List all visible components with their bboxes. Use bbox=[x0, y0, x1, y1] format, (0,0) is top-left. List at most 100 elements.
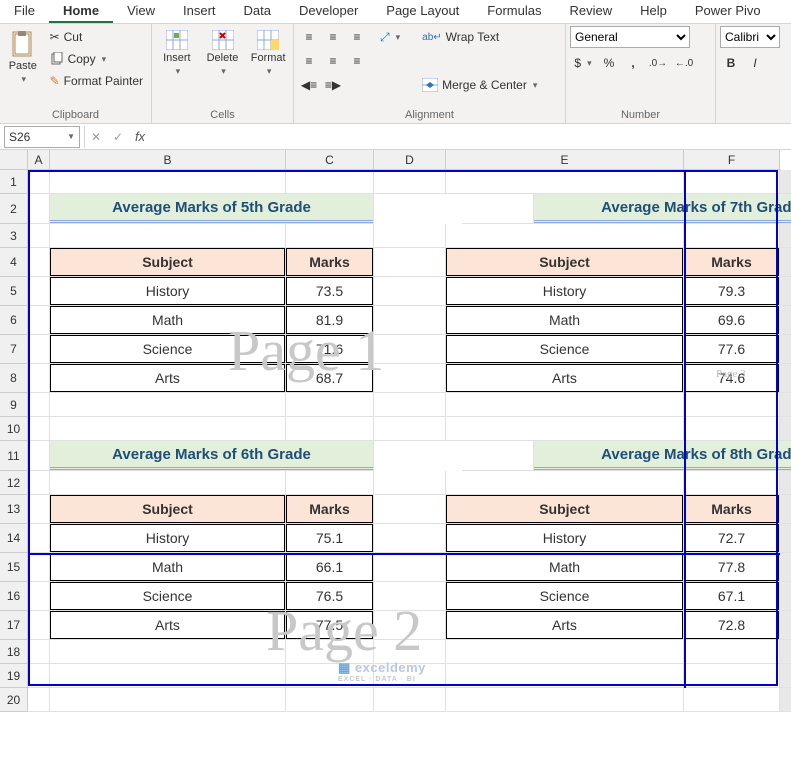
row-header-17[interactable]: 17 bbox=[0, 611, 28, 640]
cell[interactable]: 77.6 bbox=[684, 335, 780, 364]
cell[interactable] bbox=[28, 170, 50, 194]
cell[interactable] bbox=[286, 224, 374, 248]
cell[interactable] bbox=[446, 640, 684, 664]
cell[interactable] bbox=[374, 688, 446, 712]
cell[interactable]: 72.7 bbox=[684, 524, 780, 553]
cell[interactable]: 67.1 bbox=[684, 582, 780, 611]
cell[interactable] bbox=[374, 306, 446, 335]
format-painter-button[interactable]: ✎Format Painter bbox=[46, 70, 147, 92]
cell[interactable]: 77.8 bbox=[684, 553, 780, 582]
cell[interactable]: 69.6 bbox=[684, 306, 780, 335]
cell[interactable]: Science bbox=[50, 582, 286, 611]
cell[interactable] bbox=[28, 364, 50, 393]
cell[interactable]: 76.5 bbox=[286, 582, 374, 611]
insert-cells-button[interactable]: Insert▾ bbox=[156, 26, 198, 81]
cell[interactable] bbox=[374, 495, 446, 524]
cell[interactable] bbox=[28, 306, 50, 335]
percent-button[interactable]: % bbox=[598, 52, 620, 74]
cell[interactable]: 72.8 bbox=[684, 611, 780, 640]
cell[interactable] bbox=[28, 335, 50, 364]
cell[interactable] bbox=[446, 417, 684, 441]
row-header-16[interactable]: 16 bbox=[0, 582, 28, 611]
cell[interactable] bbox=[286, 393, 374, 417]
row-header-5[interactable]: 5 bbox=[0, 277, 28, 306]
cell[interactable] bbox=[374, 524, 446, 553]
cell[interactable] bbox=[286, 688, 374, 712]
col-header-d[interactable]: D bbox=[374, 150, 446, 170]
cell[interactable]: Science bbox=[446, 335, 684, 364]
align-left-button[interactable]: ≡ bbox=[298, 50, 320, 72]
cell[interactable]: Math bbox=[50, 306, 286, 335]
enter-formula-button[interactable]: ✓ bbox=[107, 126, 129, 148]
cell-area[interactable]: Average Marks of 5th GradeAverage Marks … bbox=[28, 170, 791, 712]
cell[interactable]: Subject bbox=[446, 248, 684, 277]
number-format-select[interactable]: General bbox=[570, 26, 690, 48]
tab-power-pivot[interactable]: Power Pivo bbox=[681, 0, 775, 23]
row-header-20[interactable]: 20 bbox=[0, 688, 28, 712]
align-top-button[interactable]: ≡ bbox=[298, 26, 320, 48]
row-header-12[interactable]: 12 bbox=[0, 471, 28, 495]
cell[interactable] bbox=[28, 553, 50, 582]
name-box[interactable]: S26▼ bbox=[4, 126, 80, 148]
cell[interactable] bbox=[462, 441, 534, 471]
cell[interactable] bbox=[374, 417, 446, 441]
tab-insert[interactable]: Insert bbox=[169, 0, 230, 23]
cell[interactable] bbox=[28, 393, 50, 417]
currency-button[interactable]: $▾ bbox=[570, 52, 596, 74]
font-family-select[interactable]: Calibri bbox=[720, 26, 780, 48]
cell[interactable]: 79.3 bbox=[684, 277, 780, 306]
cell[interactable] bbox=[286, 417, 374, 441]
copy-button[interactable]: Copy▾ bbox=[46, 48, 147, 70]
cell[interactable] bbox=[50, 170, 286, 194]
tab-help[interactable]: Help bbox=[626, 0, 681, 23]
format-cells-button[interactable]: Format▾ bbox=[247, 26, 289, 81]
formula-input[interactable] bbox=[151, 126, 791, 148]
cell[interactable] bbox=[28, 471, 50, 495]
cell[interactable]: History bbox=[446, 524, 684, 553]
cell[interactable] bbox=[374, 640, 446, 664]
cell[interactable]: Average Marks of 8th Grade bbox=[534, 441, 791, 471]
row-header-15[interactable]: 15 bbox=[0, 553, 28, 582]
cell[interactable] bbox=[684, 640, 780, 664]
row-header-3[interactable]: 3 bbox=[0, 224, 28, 248]
cell[interactable] bbox=[374, 471, 446, 495]
cell[interactable] bbox=[286, 170, 374, 194]
cell[interactable] bbox=[374, 335, 446, 364]
cell[interactable]: Arts bbox=[446, 611, 684, 640]
cell[interactable] bbox=[50, 688, 286, 712]
cell[interactable] bbox=[28, 611, 50, 640]
cell[interactable]: Subject bbox=[50, 495, 286, 524]
cell[interactable]: History bbox=[50, 524, 286, 553]
tab-view[interactable]: View bbox=[113, 0, 169, 23]
cell[interactable] bbox=[28, 194, 50, 224]
align-right-button[interactable]: ≡ bbox=[346, 50, 368, 72]
cell[interactable]: History bbox=[50, 277, 286, 306]
row-header-6[interactable]: 6 bbox=[0, 306, 28, 335]
cell[interactable]: 73.5 bbox=[286, 277, 374, 306]
cell[interactable] bbox=[374, 364, 446, 393]
bold-button[interactable]: B bbox=[720, 52, 742, 74]
cell[interactable]: Marks bbox=[684, 495, 780, 524]
cell[interactable]: Arts bbox=[446, 364, 684, 393]
delete-cells-button[interactable]: Delete▾ bbox=[202, 26, 244, 81]
cell[interactable]: Math bbox=[50, 553, 286, 582]
cell[interactable]: Science bbox=[50, 335, 286, 364]
indent-decrease-button[interactable]: ◀≡ bbox=[298, 74, 320, 96]
cut-button[interactable]: ✂Cut bbox=[46, 26, 147, 48]
cell[interactable]: Marks bbox=[684, 248, 780, 277]
cell[interactable] bbox=[286, 640, 374, 664]
cell[interactable] bbox=[374, 664, 446, 688]
decrease-decimal-button[interactable]: ←.0 bbox=[672, 52, 696, 74]
tab-data[interactable]: Data bbox=[230, 0, 285, 23]
cell[interactable]: Math bbox=[446, 306, 684, 335]
tab-home[interactable]: Home bbox=[49, 0, 113, 23]
tab-review[interactable]: Review bbox=[555, 0, 626, 23]
cell[interactable]: 68.7 bbox=[286, 364, 374, 393]
cell[interactable]: Average Marks of 6th Grade bbox=[50, 441, 374, 471]
cell[interactable] bbox=[28, 277, 50, 306]
cell[interactable] bbox=[446, 393, 684, 417]
cell[interactable] bbox=[684, 170, 780, 194]
cell[interactable] bbox=[374, 611, 446, 640]
cell[interactable] bbox=[446, 471, 684, 495]
cell[interactable]: Science bbox=[446, 582, 684, 611]
